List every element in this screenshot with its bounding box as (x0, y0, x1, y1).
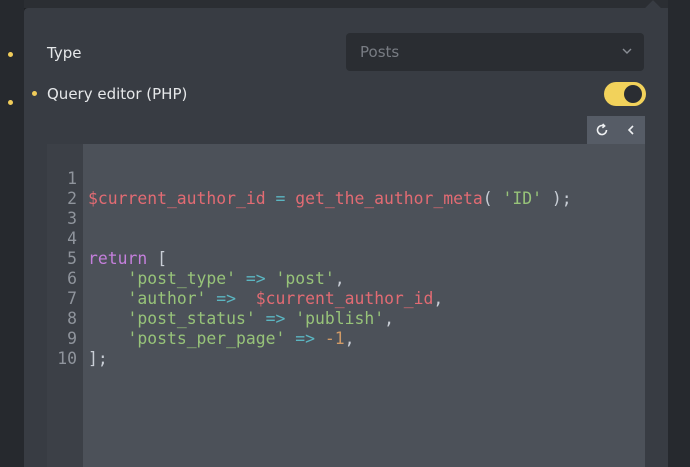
code-editor[interactable]: 1 $current_author_id = get_the_author_me… (47, 144, 645, 467)
chevron-left-icon (627, 125, 634, 135)
type-select-value: Posts (360, 43, 400, 61)
editor-toolbar (587, 116, 645, 144)
code-line: 1 $current_author_id = get_the_author_me… (47, 149, 645, 208)
toggle-knob (624, 85, 642, 103)
right-sidebar-edge (668, 0, 690, 467)
modified-indicator-dot (32, 91, 37, 96)
code-line: 8 'posts_per_page' => -1, (47, 289, 645, 348)
collapse-button[interactable] (616, 116, 645, 144)
refresh-button[interactable] (587, 116, 616, 144)
type-label: Type (47, 44, 82, 62)
chevron-down-icon (622, 48, 632, 54)
code-line: 6 'author' => $current_author_id, (47, 249, 645, 308)
modified-indicator-dot (8, 52, 13, 57)
line-number: 10 (57, 349, 77, 368)
code-text: ]; (88, 349, 108, 368)
code-line: 5 'post_type' => 'post', (47, 229, 645, 288)
modified-indicator-dot (8, 100, 13, 105)
type-select[interactable]: Posts (346, 33, 644, 71)
background-strip (0, 0, 690, 8)
code-line: 7 'post_status' => 'publish', (47, 269, 645, 328)
query-editor-label: Query editor (PHP) (47, 85, 188, 103)
left-sidebar-edge (0, 0, 24, 467)
refresh-icon (596, 123, 607, 136)
code-line: 9 ]; (47, 309, 645, 368)
code-line: 4 return [ (47, 209, 645, 268)
code-line: 10 (47, 329, 645, 368)
code-line: 3 (47, 189, 645, 228)
query-editor-toggle[interactable] (604, 82, 646, 106)
code-line: 2 (47, 169, 645, 208)
